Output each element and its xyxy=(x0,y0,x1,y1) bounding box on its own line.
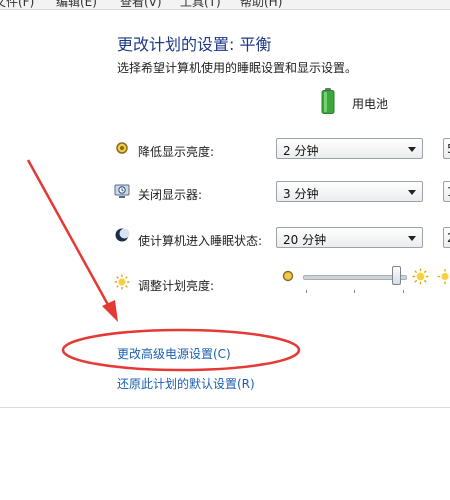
chevron-down-icon xyxy=(408,147,416,152)
dim-display-battery-value: 2 分钟 xyxy=(283,144,319,158)
turn-off-display-plugged-select[interactable]: 1 xyxy=(443,181,450,202)
advanced-power-settings-link[interactable]: 更改高级电源设置(C) xyxy=(117,345,231,362)
menu-file[interactable]: 文件(F) xyxy=(0,0,34,9)
menu-bar: 文件(F) 编辑(E) 查看(V) 工具(T) 帮助(H) xyxy=(0,0,450,10)
brightness-label: 调整计划亮度: xyxy=(138,279,215,293)
dim-brightness-icon xyxy=(116,142,128,154)
annotation-arrowhead xyxy=(102,300,118,322)
sleep-plugged-select[interactable]: 2 xyxy=(443,227,450,248)
slider-tick xyxy=(354,290,355,293)
brightness-high-icon xyxy=(412,268,429,285)
battery-column-label: 用电池 xyxy=(352,97,389,111)
brightness-high-icon-cut xyxy=(437,269,449,284)
sleep-moon-icon xyxy=(115,228,130,242)
turn-off-display-battery-value: 3 分钟 xyxy=(283,187,319,201)
menu-edit[interactable]: 编辑(E) xyxy=(56,0,97,9)
restore-defaults-link[interactable]: 还原此计划的默认设置(R) xyxy=(117,375,255,392)
battery-icon xyxy=(321,88,335,114)
turn-off-display-battery-select[interactable]: 3 分钟 xyxy=(276,181,423,202)
slider-tick xyxy=(306,290,307,293)
menu-view[interactable]: 查看(V) xyxy=(120,0,162,9)
turn-off-display-label: 关闭显示器: xyxy=(138,188,203,202)
sleep-battery-value: 20 分钟 xyxy=(283,233,327,247)
brightness-sun-icon xyxy=(114,274,130,290)
menu-help[interactable]: 帮助(H) xyxy=(240,0,282,9)
slider-tick xyxy=(403,290,404,293)
dim-display-plugged-select[interactable]: 5 xyxy=(443,138,450,159)
page-title: 更改计划的设置: 平衡 xyxy=(117,35,272,54)
sleep-label: 使计算机进入睡眠状态: xyxy=(138,234,263,248)
dim-display-label: 降低显示亮度: xyxy=(138,145,215,159)
display-off-icon xyxy=(114,184,130,198)
chevron-down-icon xyxy=(408,236,416,241)
page-subtitle: 选择希望计算机使用的睡眠设置和显示设置。 xyxy=(117,61,358,75)
sleep-battery-select[interactable]: 20 分钟 xyxy=(276,227,423,248)
annotation-arrow-line xyxy=(26,159,114,313)
brightness-slider-thumb[interactable] xyxy=(392,266,402,285)
dim-display-battery-select[interactable]: 2 分钟 xyxy=(276,138,423,159)
chevron-down-icon xyxy=(408,190,416,195)
divider xyxy=(0,407,450,408)
brightness-low-icon xyxy=(282,270,294,282)
menu-tools[interactable]: 工具(T) xyxy=(180,0,221,9)
